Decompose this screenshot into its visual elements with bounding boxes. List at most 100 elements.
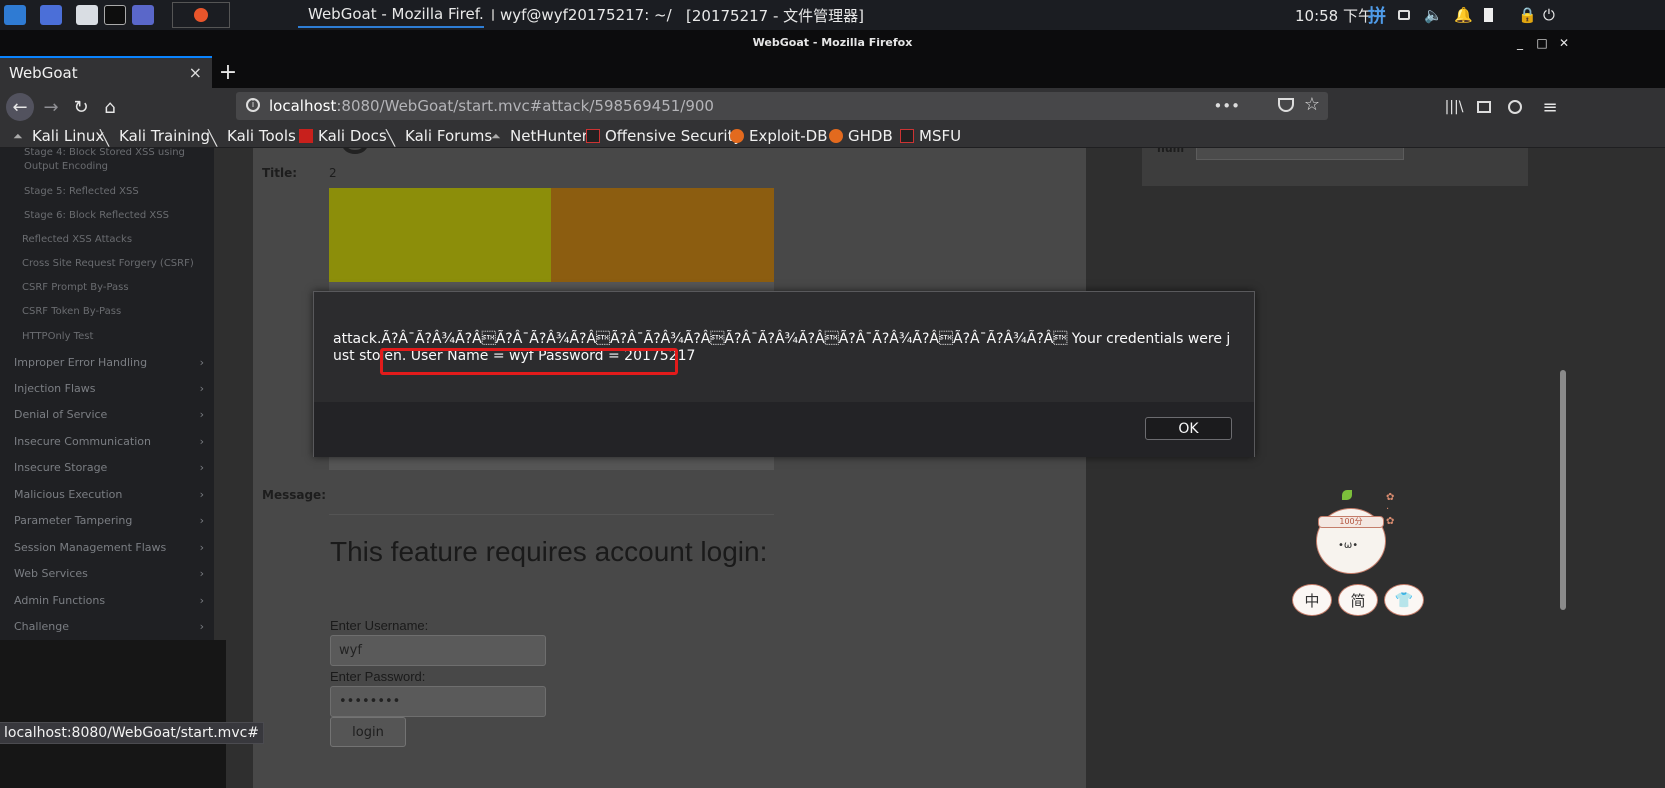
- sidebar-toggle-icon[interactable]: [1470, 93, 1498, 121]
- mascot-chinese-button[interactable]: 中: [1292, 584, 1332, 616]
- page-actions-icon[interactable]: •••: [1213, 97, 1240, 115]
- sidebar-stage-4[interactable]: Stage 4: Block Stored XSS using Output E…: [24, 148, 209, 174]
- chevron-right-icon: ›: [199, 541, 204, 554]
- sidebar-category[interactable]: Improper Error Handling ›: [14, 356, 204, 369]
- kali-dragon-icon: ╲: [208, 129, 218, 147]
- bookmark-exploit-db[interactable]: Exploit-DB: [730, 124, 828, 148]
- volume-icon[interactable]: 🔈: [1424, 0, 1443, 30]
- site-info-icon[interactable]: i: [246, 98, 260, 112]
- kali-dragon-icon: ╲: [386, 129, 396, 147]
- desktop-icon[interactable]: [40, 0, 62, 30]
- library-icon[interactable]: |||\: [1440, 93, 1468, 121]
- url-text: localhost:8080/WebGoat/start.mvc#attack/…: [269, 97, 714, 115]
- battery-icon[interactable]: [1484, 0, 1493, 30]
- bookmark-nethunter[interactable]: ⏶ NetHunter: [491, 124, 588, 148]
- chevron-right-icon: ›: [199, 594, 204, 607]
- divider: [329, 514, 774, 515]
- login-button[interactable]: login: [330, 717, 406, 747]
- minimize-icon[interactable]: _: [1508, 30, 1532, 56]
- bookmark-kali-linux[interactable]: ⏶ Kali Linux: [13, 124, 104, 148]
- screen-recorder-icon[interactable]: [132, 0, 154, 30]
- home-button[interactable]: ⌂: [96, 93, 124, 121]
- kali-dragon-icon: ╲: [100, 129, 110, 147]
- status-url: localhost:8080/WebGoat/start.mvc#: [0, 722, 265, 744]
- message-label: Message:: [262, 488, 326, 502]
- bookmark-kali-training[interactable]: ╲ Kali Training: [100, 124, 210, 148]
- display-icon[interactable]: [1398, 0, 1410, 30]
- pocket-icon[interactable]: [1278, 98, 1294, 112]
- sidebar-stage-5[interactable]: Stage 5: Reflected XSS: [24, 185, 139, 199]
- sidebar-category[interactable]: Injection Flaws ›: [14, 382, 204, 395]
- task-terminal[interactable]: wyf@wyf20175217: ~/...: [488, 2, 672, 28]
- close-tab-icon[interactable]: ×: [189, 63, 202, 82]
- sidebar-category[interactable]: Admin Functions ›: [14, 594, 204, 607]
- maximize-icon[interactable]: □: [1530, 30, 1554, 56]
- task-firefox[interactable]: WebGoat - Mozilla Firef...: [298, 2, 484, 28]
- ime-indicator[interactable]: 拼: [1368, 0, 1386, 30]
- terminal-icon: [492, 9, 494, 21]
- page-content: Stage 4: Block Stored XSS using Output E…: [0, 148, 1665, 788]
- sidebar-category[interactable]: Web Services ›: [14, 567, 204, 580]
- heading-fragment: [342, 148, 368, 154]
- mascot-skin-button[interactable]: 👕: [1384, 584, 1424, 616]
- sidebar-category[interactable]: Insecure Storage ›: [14, 461, 204, 474]
- sidebar-lesson[interactable]: Cross Site Request Forgery (CSRF): [22, 258, 194, 269]
- sidebar-lesson[interactable]: CSRF Prompt By-Pass: [22, 282, 129, 293]
- sidebar-lesson[interactable]: CSRF Token By-Pass: [22, 306, 121, 317]
- title-value: 2: [329, 166, 337, 180]
- firefox-launcher-icon[interactable]: [172, 2, 230, 28]
- menu-icon[interactable]: ≡: [1536, 93, 1564, 121]
- terminal-launcher-icon[interactable]: [104, 0, 126, 30]
- account-icon[interactable]: [1501, 93, 1529, 121]
- title-label: Title:: [262, 166, 298, 180]
- username-input[interactable]: wyf: [330, 635, 546, 666]
- sidebar-lesson[interactable]: HTTPOnly Test: [22, 331, 93, 342]
- task-label: wyf@wyf20175217: ~/...: [500, 6, 672, 24]
- url-bar[interactable]: i localhost:8080/WebGoat/start.mvc#attac…: [236, 92, 1328, 120]
- notification-icon[interactable]: 🔔: [1454, 0, 1473, 30]
- password-label: Enter Password:: [330, 669, 426, 684]
- bookmark-kali-forums[interactable]: ╲ Kali Forums: [386, 124, 492, 148]
- forward-button[interactable]: →: [37, 93, 65, 121]
- close-window-icon[interactable]: ✕: [1552, 30, 1576, 56]
- feature-heading: This feature requires account login:: [330, 536, 768, 567]
- sidebar-category[interactable]: Insecure Communication ›: [14, 435, 204, 448]
- bookmark-star-icon[interactable]: ☆: [1304, 94, 1320, 115]
- tab-webgoat[interactable]: WebGoat ×: [0, 56, 212, 88]
- sidebar-category[interactable]: Parameter Tampering ›: [14, 514, 204, 527]
- clock[interactable]: 10:58 下午: [1295, 0, 1373, 30]
- sidebar-lesson[interactable]: Reflected XSS Attacks: [22, 234, 132, 245]
- kali-menu-icon[interactable]: [4, 0, 26, 30]
- ok-button[interactable]: OK: [1145, 417, 1232, 440]
- taskbar: WebGoat - Mozilla Firef... wyf@wyf201752…: [0, 0, 1665, 30]
- mascot-widget[interactable]: 100分 •ω• ✿ · ✿ 中 简 👕: [1290, 488, 1430, 623]
- bookmark-ghdb[interactable]: GHDB: [829, 124, 893, 148]
- lock-icon[interactable]: 🔒: [1518, 0, 1537, 30]
- back-button[interactable]: ←: [6, 93, 34, 121]
- scrollbar-thumb[interactable]: [1560, 370, 1566, 610]
- bookmark-offensive-security[interactable]: Offensive Security: [586, 124, 742, 148]
- bookmark-kali-tools[interactable]: ╲ Kali Tools: [208, 124, 296, 148]
- offsec-icon: [586, 129, 600, 143]
- new-tab-button[interactable]: +: [216, 56, 240, 88]
- task-file-manager[interactable]: [20175217 - 文件管理器]: [676, 2, 866, 28]
- bookmark-msfu[interactable]: MSFU: [900, 124, 961, 148]
- sprout-icon: [1342, 490, 1352, 500]
- power-icon[interactable]: ⏻: [1543, 0, 1555, 30]
- msfu-icon: [900, 129, 914, 143]
- screen: WebGoat - Mozilla Firef... wyf@wyf201752…: [0, 0, 1665, 788]
- bookmark-kali-docs[interactable]: Kali Docs: [299, 124, 387, 148]
- password-input[interactable]: ••••••••: [330, 686, 546, 717]
- sidebar-category[interactable]: Malicious Execution ›: [14, 488, 204, 501]
- image-tile: [329, 188, 551, 282]
- sidebar-category[interactable]: Session Management Flaws ›: [14, 541, 204, 554]
- sidebar-category[interactable]: Denial of Service ›: [14, 408, 204, 421]
- sidebar-stage-6[interactable]: Stage 6: Block Reflected XSS: [24, 209, 169, 223]
- chevron-right-icon: ›: [199, 567, 204, 580]
- reload-button[interactable]: ↻: [67, 93, 95, 121]
- file-manager-launcher-icon[interactable]: [76, 0, 98, 30]
- right-panel-input[interactable]: [1196, 148, 1404, 160]
- sidebar-category[interactable]: Challenge ›: [14, 620, 204, 633]
- mascot-simplified-button[interactable]: 简: [1338, 584, 1378, 616]
- mascot-sparkle-icon: ✿ · ✿: [1386, 492, 1395, 527]
